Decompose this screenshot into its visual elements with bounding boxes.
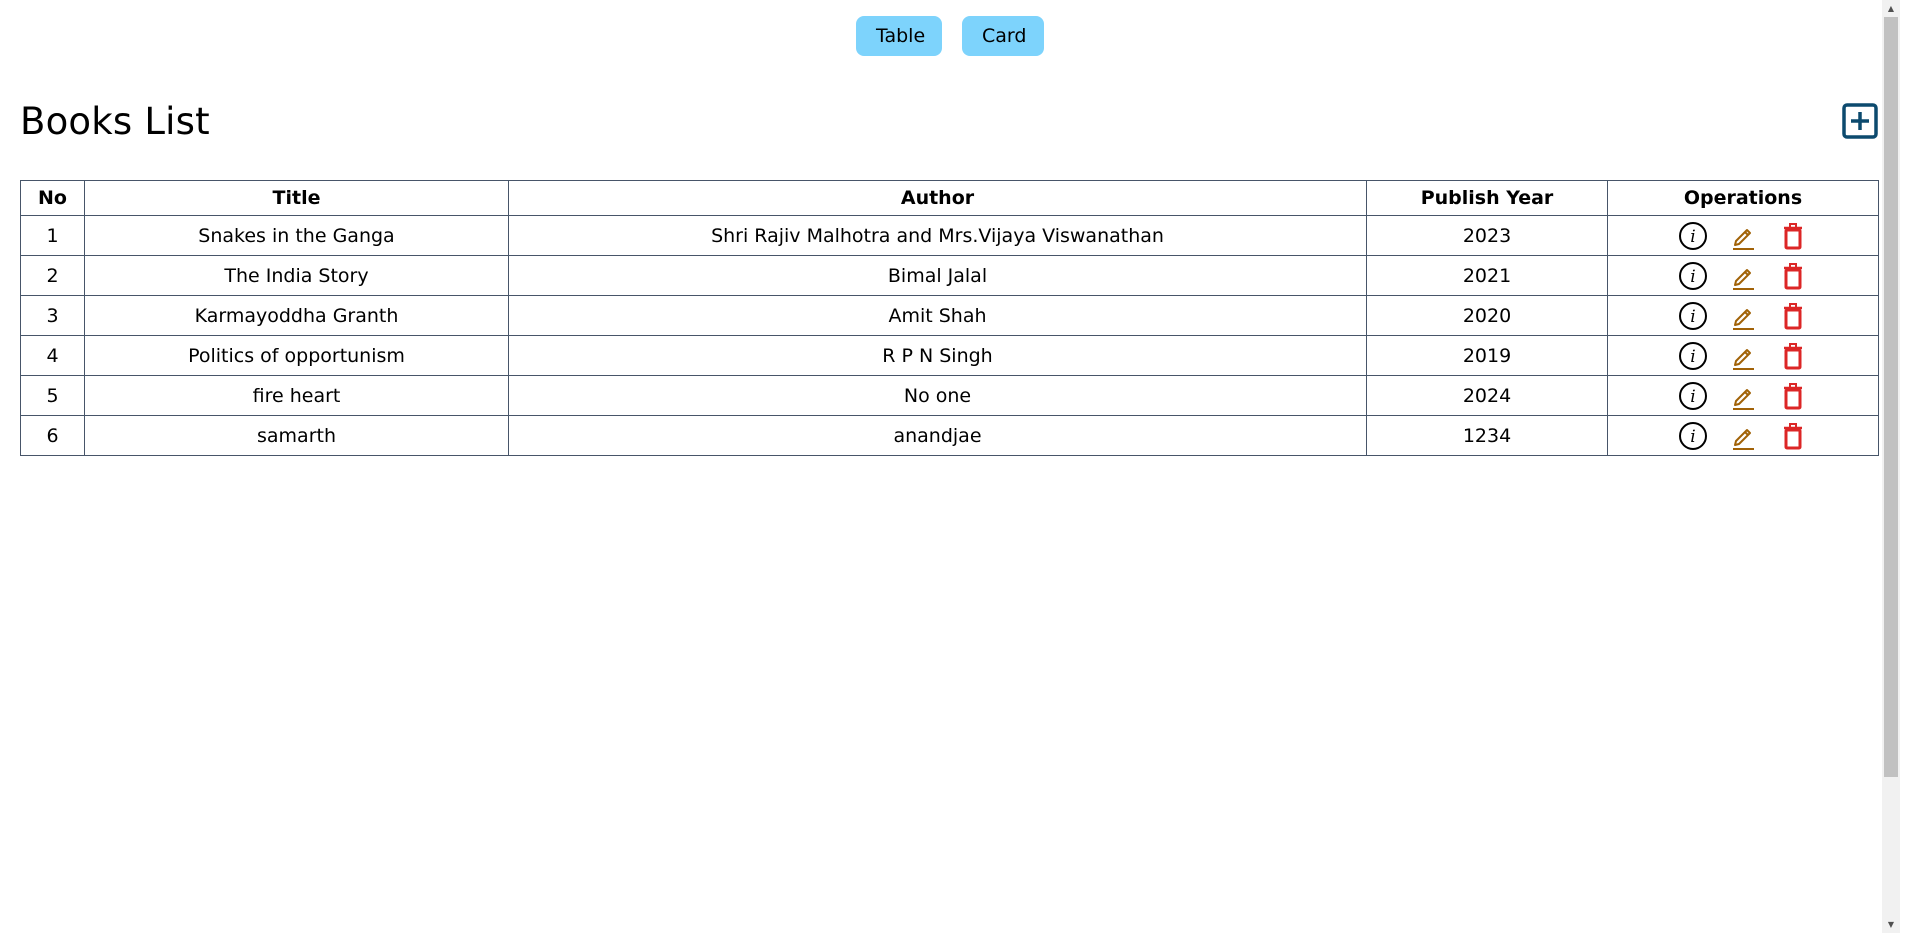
books-table-container: No Title Author Publish Year Operations …: [20, 180, 1879, 456]
delete-icon[interactable]: [1777, 420, 1809, 452]
cell-author: Shri Rajiv Malhotra and Mrs.Vijaya Viswa…: [508, 215, 1367, 256]
svg-text:i: i: [1690, 427, 1695, 447]
vertical-scrollbar[interactable]: ▲ ▼: [1882, 0, 1900, 933]
cell-operations: i: [1607, 295, 1879, 336]
cell-operations: i: [1607, 215, 1879, 256]
operations-group: i: [1608, 300, 1878, 332]
cell-publish-year: 2020: [1366, 295, 1608, 336]
cell-title: Politics of opportunism: [84, 335, 509, 376]
cell-publish-year: 1234: [1366, 415, 1608, 456]
card-view-button[interactable]: Card: [962, 16, 1044, 56]
cell-operations: i: [1607, 375, 1879, 416]
info-icon[interactable]: i: [1677, 260, 1709, 292]
column-header-title: Title: [84, 180, 509, 216]
cell-publish-year: 2023: [1366, 215, 1608, 256]
page: Table Card Books List No Title Author Pu…: [0, 0, 1900, 933]
cell-no: 5: [20, 375, 85, 416]
cell-no: 3: [20, 295, 85, 336]
svg-text:i: i: [1690, 307, 1695, 327]
cell-no: 2: [20, 255, 85, 296]
edit-icon[interactable]: [1727, 380, 1759, 412]
cell-operations: i: [1607, 415, 1879, 456]
table-row: 3 Karmayoddha Granth Amit Shah 2020 i: [20, 295, 1879, 336]
svg-text:i: i: [1690, 387, 1695, 407]
cell-title: samarth: [84, 415, 509, 456]
books-table: No Title Author Publish Year Operations …: [20, 180, 1879, 456]
table-header-row: No Title Author Publish Year Operations: [20, 180, 1879, 216]
cell-title: Snakes in the Ganga: [84, 215, 509, 256]
cell-publish-year: 2021: [1366, 255, 1608, 296]
table-row: 1 Snakes in the Ganga Shri Rajiv Malhotra …: [20, 215, 1879, 256]
cell-title: The India Story: [84, 255, 509, 296]
svg-text:i: i: [1690, 267, 1695, 287]
delete-icon[interactable]: [1777, 340, 1809, 372]
edit-icon[interactable]: [1727, 340, 1759, 372]
operations-group: i: [1608, 260, 1878, 292]
info-icon[interactable]: i: [1677, 420, 1709, 452]
operations-group: i: [1608, 420, 1878, 452]
column-header-author: Author: [508, 180, 1367, 216]
cell-title: Karmayoddha Granth: [84, 295, 509, 336]
scroll-down-arrow-icon[interactable]: ▼: [1882, 916, 1900, 933]
table-row: 6 samarth anandjae 1234 i: [20, 415, 1879, 456]
cell-author: No one: [508, 375, 1367, 416]
cell-title: fire heart: [84, 375, 509, 416]
info-icon[interactable]: i: [1677, 220, 1709, 252]
table-row: 4 Politics of opportunism R P N Singh 2019 i: [20, 335, 1879, 376]
delete-icon[interactable]: [1777, 260, 1809, 292]
svg-text:i: i: [1690, 227, 1695, 247]
add-book-button[interactable]: [1841, 102, 1879, 140]
delete-icon[interactable]: [1777, 380, 1809, 412]
info-icon[interactable]: i: [1677, 300, 1709, 332]
header: Books List: [20, 96, 1878, 146]
cell-no: 1: [20, 215, 85, 256]
scroll-up-arrow-icon[interactable]: ▲: [1882, 0, 1900, 17]
delete-icon[interactable]: [1777, 220, 1809, 252]
plus-square-icon: [1842, 103, 1878, 139]
cell-author: Amit Shah: [508, 295, 1367, 336]
cell-no: 6: [20, 415, 85, 456]
scrollbar-thumb[interactable]: [1884, 17, 1898, 777]
cell-publish-year: 2019: [1366, 335, 1608, 376]
view-toggle: Table Card: [0, 16, 1900, 56]
edit-icon[interactable]: [1727, 220, 1759, 252]
info-icon[interactable]: i: [1677, 340, 1709, 372]
operations-group: i: [1608, 380, 1878, 412]
svg-text:i: i: [1690, 347, 1695, 367]
edit-icon[interactable]: [1727, 420, 1759, 452]
column-header-operations: Operations: [1607, 180, 1879, 216]
cell-publish-year: 2024: [1366, 375, 1608, 416]
table-view-button[interactable]: Table: [856, 16, 942, 56]
edit-icon[interactable]: [1727, 300, 1759, 332]
page-title: Books List: [20, 99, 210, 143]
edit-icon[interactable]: [1727, 260, 1759, 292]
cell-author: anandjae: [508, 415, 1367, 456]
cell-operations: i: [1607, 335, 1879, 376]
table-row: 2 The India Story Bimal Jalal 2021 i: [20, 255, 1879, 296]
operations-group: i: [1608, 220, 1878, 252]
table-row: 5 fire heart No one 2024 i: [20, 375, 1879, 416]
cell-operations: i: [1607, 255, 1879, 296]
column-header-publish-year: Publish Year: [1366, 180, 1608, 216]
cell-no: 4: [20, 335, 85, 376]
info-icon[interactable]: i: [1677, 380, 1709, 412]
cell-author: R P N Singh: [508, 335, 1367, 376]
cell-author: Bimal Jalal: [508, 255, 1367, 296]
operations-group: i: [1608, 340, 1878, 372]
delete-icon[interactable]: [1777, 300, 1809, 332]
column-header-no: No: [20, 180, 85, 216]
